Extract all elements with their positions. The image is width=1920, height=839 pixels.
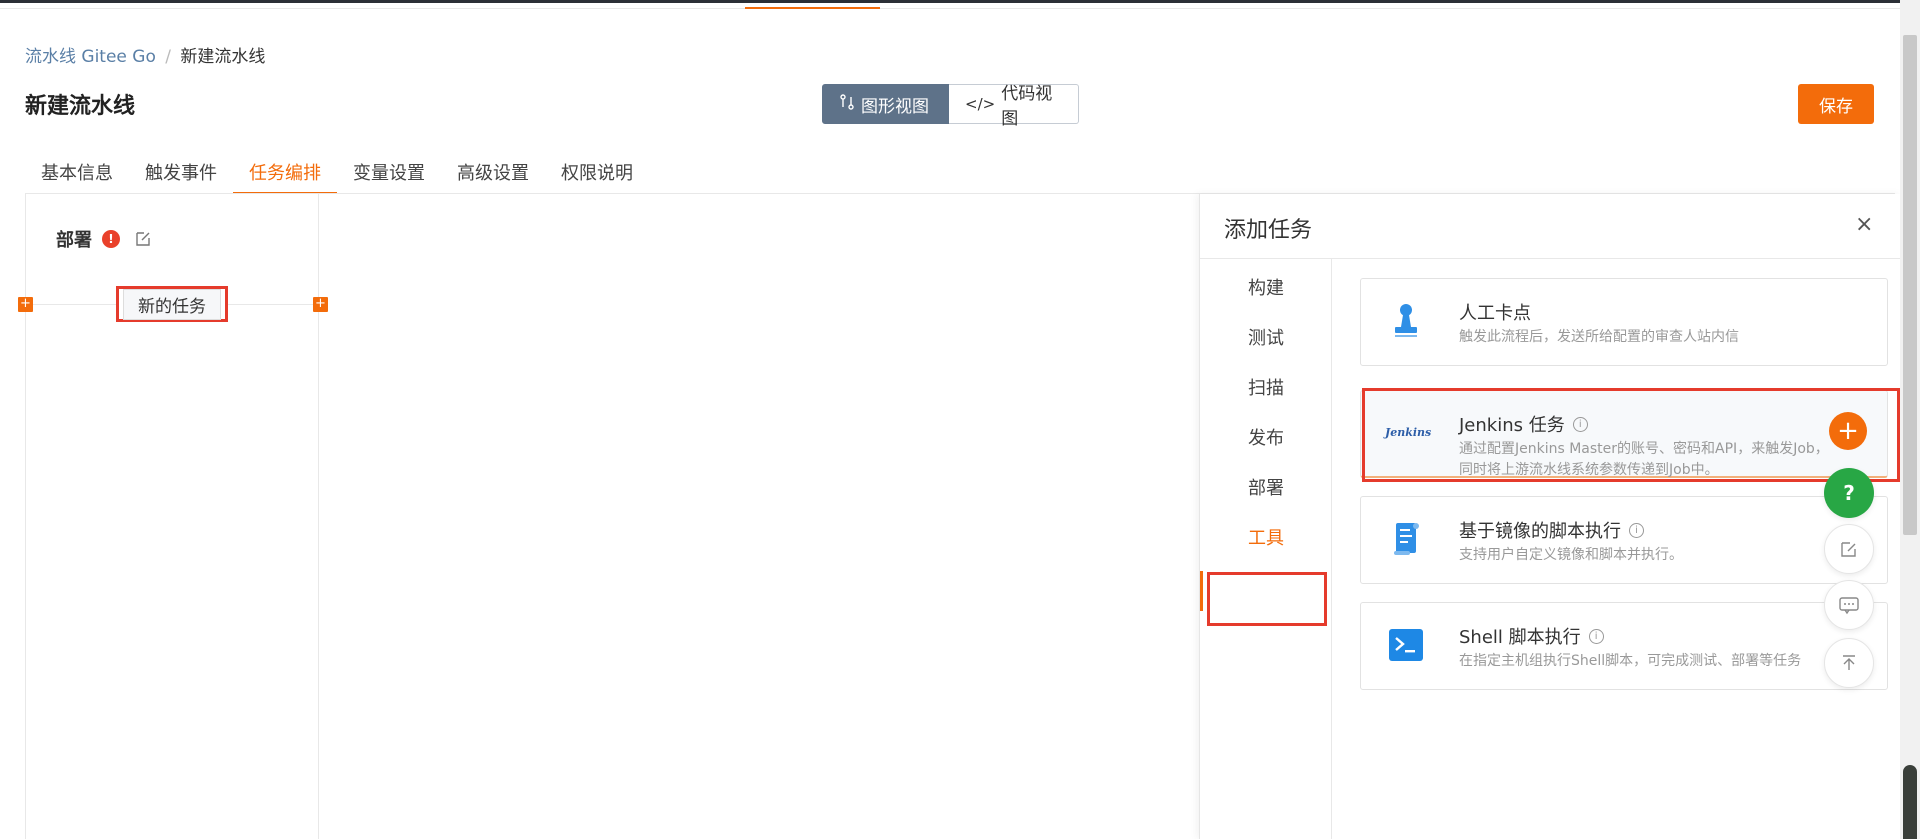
add-before-plus-icon[interactable]: + — [18, 297, 33, 312]
stage-connector-left — [26, 304, 116, 305]
feedback-button[interactable] — [1824, 524, 1874, 574]
category-selected-indicator — [1200, 571, 1203, 611]
tab-bar: 基本信息 触发事件 任务编排 变量设置 高级设置 权限说明 — [25, 160, 649, 194]
task-card-manual-gate[interactable]: 人工卡点 触发此流程后，发送所给配置的审查人站内信 — [1360, 278, 1888, 366]
warning-icon: ! — [102, 230, 120, 248]
edit-icon[interactable] — [134, 230, 152, 248]
card-desc: 支持用户自定义镜像和脚本并执行。 — [1459, 547, 1683, 563]
code-icon: </> — [965, 95, 996, 113]
jenkins-highlight-box — [1362, 388, 1900, 482]
task-card-shell[interactable]: Shell 脚本执行 i 在指定主机组执行Shell脚本，可完成测试、部署等任务 — [1360, 602, 1888, 690]
top-dark-strip — [0, 0, 1920, 3]
tab-variables[interactable]: 变量设置 — [337, 160, 441, 194]
new-task-label: 新的任务 — [123, 288, 221, 320]
breadcrumb-separator: / — [165, 47, 172, 67]
close-icon[interactable]: × — [1855, 212, 1873, 237]
panel-title: 添加任务 — [1224, 218, 1313, 243]
category-test[interactable]: 测试 — [1200, 324, 1332, 350]
stamp-icon — [1386, 301, 1426, 341]
graphic-view-label: 图形视图 — [861, 96, 929, 117]
stage-column: 部署 ! + + 新的任务 — [18, 194, 328, 839]
breadcrumb-root-link[interactable]: 流水线 Gitee Go — [25, 47, 156, 67]
view-toggle: 图形视图 </> 代码视图 — [822, 84, 1079, 129]
stage-title: 部署 ! — [56, 226, 152, 252]
info-icon[interactable]: i — [1588, 628, 1604, 644]
card-title: Shell 脚本执行 i — [1459, 623, 1604, 649]
flow-icon — [839, 94, 855, 114]
page-title: 新建流水线 — [25, 94, 136, 119]
tab-advanced[interactable]: 高级设置 — [441, 160, 545, 194]
category-tools[interactable]: 工具 — [1200, 524, 1332, 550]
code-view-button[interactable]: </> 代码视图 — [949, 84, 1079, 129]
code-view-label: 代码视图 — [1001, 84, 1053, 129]
tab-trigger-events[interactable]: 触发事件 — [129, 160, 233, 194]
page: 流水线 Gitee Go / 新建流水线 新建流水线 图形视图 </> 代码视图… — [0, 0, 1920, 839]
category-deploy[interactable]: 部署 — [1200, 474, 1332, 500]
category-highlight-box — [1207, 572, 1327, 626]
tab-basic-info[interactable]: 基本信息 — [25, 160, 129, 194]
new-task-node[interactable]: 新的任务 — [116, 286, 228, 322]
task-card-image-script[interactable]: 基于镜像的脚本执行 i 支持用户自定义镜像和脚本并执行。 — [1360, 496, 1888, 584]
category-list: 构建 测试 扫描 发布 部署 工具 — [1200, 258, 1332, 839]
scrollbar-thumb[interactable] — [1903, 35, 1917, 535]
back-to-top-button[interactable] — [1824, 638, 1874, 688]
top-bar — [0, 0, 1920, 9]
chat-icon — [1839, 597, 1859, 615]
scrollbar-bottom-widget — [1903, 765, 1917, 839]
card-title-text: 基于镜像的脚本执行 — [1459, 521, 1621, 542]
breadcrumb: 流水线 Gitee Go / 新建流水线 — [25, 42, 265, 67]
add-task-plus-button[interactable]: + — [1829, 412, 1867, 450]
card-title: 基于镜像的脚本执行 i — [1459, 517, 1644, 543]
feedback-edit-icon — [1841, 542, 1856, 557]
add-task-panel: 添加任务 × 构建 测试 扫描 发布 部署 工具 人工卡点 触发此流程后，发送所… — [1199, 194, 1901, 839]
card-desc: 触发此流程后，发送所给配置的审查人站内信 — [1459, 329, 1739, 345]
script-scroll-icon — [1386, 519, 1426, 559]
stage-connector-right — [228, 304, 320, 305]
category-scan[interactable]: 扫描 — [1200, 374, 1332, 400]
stage-name: 部署 — [56, 230, 92, 251]
help-button[interactable]: ? — [1824, 468, 1874, 518]
top-accent-indicator — [745, 7, 880, 9]
card-desc: 在指定主机组执行Shell脚本，可完成测试、部署等任务 — [1459, 653, 1802, 669]
tab-permissions[interactable]: 权限说明 — [545, 160, 649, 194]
info-icon[interactable]: i — [1629, 522, 1644, 538]
tab-task-orchestration[interactable]: 任务编排 — [233, 160, 337, 194]
card-title-text: Shell 脚本执行 — [1459, 627, 1581, 648]
category-build[interactable]: 构建 — [1200, 274, 1332, 300]
category-release[interactable]: 发布 — [1200, 424, 1332, 450]
page-scrollbar[interactable] — [1900, 0, 1920, 839]
graphic-view-button[interactable]: 图形视图 — [822, 84, 949, 124]
terminal-icon — [1386, 625, 1426, 665]
breadcrumb-current: 新建流水线 — [180, 47, 266, 67]
chat-button[interactable] — [1824, 580, 1874, 630]
save-button[interactable]: 保存 — [1798, 84, 1874, 124]
add-after-plus-icon[interactable]: + — [313, 297, 328, 312]
card-title: 人工卡点 — [1459, 303, 1531, 324]
arrow-up-icon — [1843, 655, 1855, 670]
